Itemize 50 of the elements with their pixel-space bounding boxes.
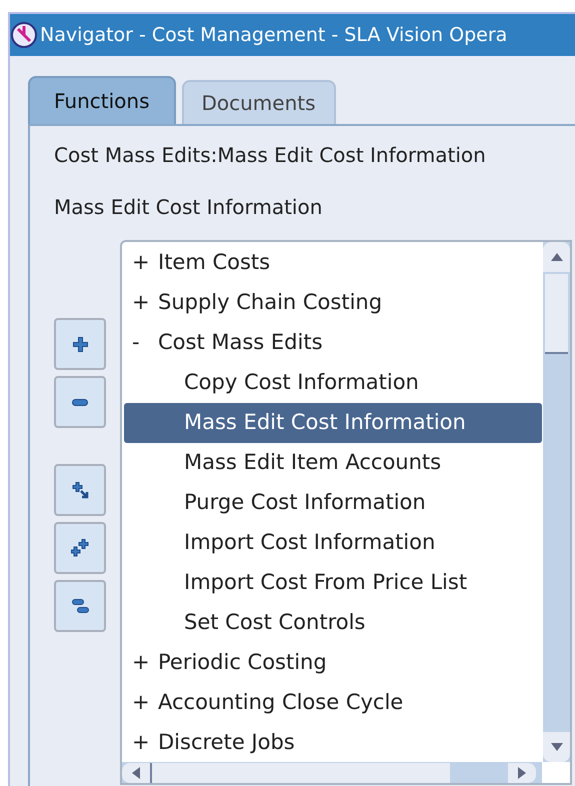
item-label: Supply Chain Costing	[158, 289, 382, 316]
expander[interactable]: +	[132, 727, 146, 759]
up-arrow-icon	[550, 253, 562, 261]
tree-item[interactable]: Purge Cost Information	[124, 483, 542, 523]
scroll-thumb[interactable]	[545, 274, 568, 354]
toolbar-button[interactable]	[54, 580, 106, 632]
tree-item[interactable]: + Periodic Costing	[124, 643, 542, 683]
expander[interactable]: +	[132, 687, 146, 719]
scroll-up-button[interactable]	[543, 242, 570, 272]
tab[interactable]: Functions	[28, 76, 176, 124]
tab[interactable]: Documents	[182, 80, 336, 124]
expander[interactable]: +	[132, 287, 146, 319]
plus-icon	[72, 336, 88, 352]
scroll-down-button[interactable]	[543, 732, 570, 762]
toolbar-button[interactable]	[54, 464, 106, 516]
tree-item[interactable]: + Item Costs	[124, 243, 542, 283]
tree-item[interactable]: + Discrete Jobs	[124, 723, 542, 763]
item-label: Accounting Close Cycle	[158, 689, 404, 716]
minus-icon	[72, 398, 88, 406]
expander[interactable]: -	[132, 327, 146, 359]
tree-item[interactable]: + Supply Chain Costing	[124, 283, 542, 323]
toolbar-button[interactable]	[54, 522, 106, 574]
window-title: Navigator - Cost Management - SLA Vision Opera	[40, 22, 508, 48]
expander[interactable]: +	[132, 247, 146, 279]
current-function: Mass Edit Cost Information	[54, 194, 324, 221]
scroll-right-button[interactable]	[508, 762, 536, 782]
left-arrow-icon	[132, 766, 140, 778]
expander[interactable]: +	[132, 647, 146, 679]
tree-item[interactable]: Import Cost Information	[124, 523, 542, 563]
scroll-thumb[interactable]	[150, 762, 450, 782]
double-plus-icon	[71, 539, 89, 557]
tree-item[interactable]: + Accounting Close Cycle	[124, 683, 542, 723]
item-label: Cost Mass Edits	[158, 329, 323, 356]
tree-item[interactable]: Set Cost Controls	[124, 603, 542, 643]
right-arrow-icon	[518, 766, 526, 778]
item-label: Item Costs	[158, 249, 270, 276]
toolbar-button[interactable]	[54, 318, 106, 370]
item-label: Discrete Jobs	[158, 729, 295, 756]
tree-item[interactable]: - Cost Mass Edits	[124, 323, 542, 363]
tree-item[interactable]: Mass Edit Cost Information	[124, 403, 542, 443]
down-arrow-icon	[550, 743, 562, 751]
scroll-left-button[interactable]	[122, 762, 150, 782]
tree-item[interactable]: Mass Edit Item Accounts	[124, 443, 542, 483]
item-label: Periodic Costing	[158, 649, 327, 676]
plus-arrow-icon	[72, 482, 88, 498]
breadcrumb-path: Cost Mass Edits:Mass Edit Cost Information	[54, 142, 487, 169]
tree-item[interactable]: Copy Cost Information	[124, 363, 542, 403]
tree-item[interactable]: Import Cost From Price List	[124, 563, 542, 603]
toolbar-button[interactable]	[54, 376, 106, 428]
double-minus-icon	[72, 599, 88, 613]
